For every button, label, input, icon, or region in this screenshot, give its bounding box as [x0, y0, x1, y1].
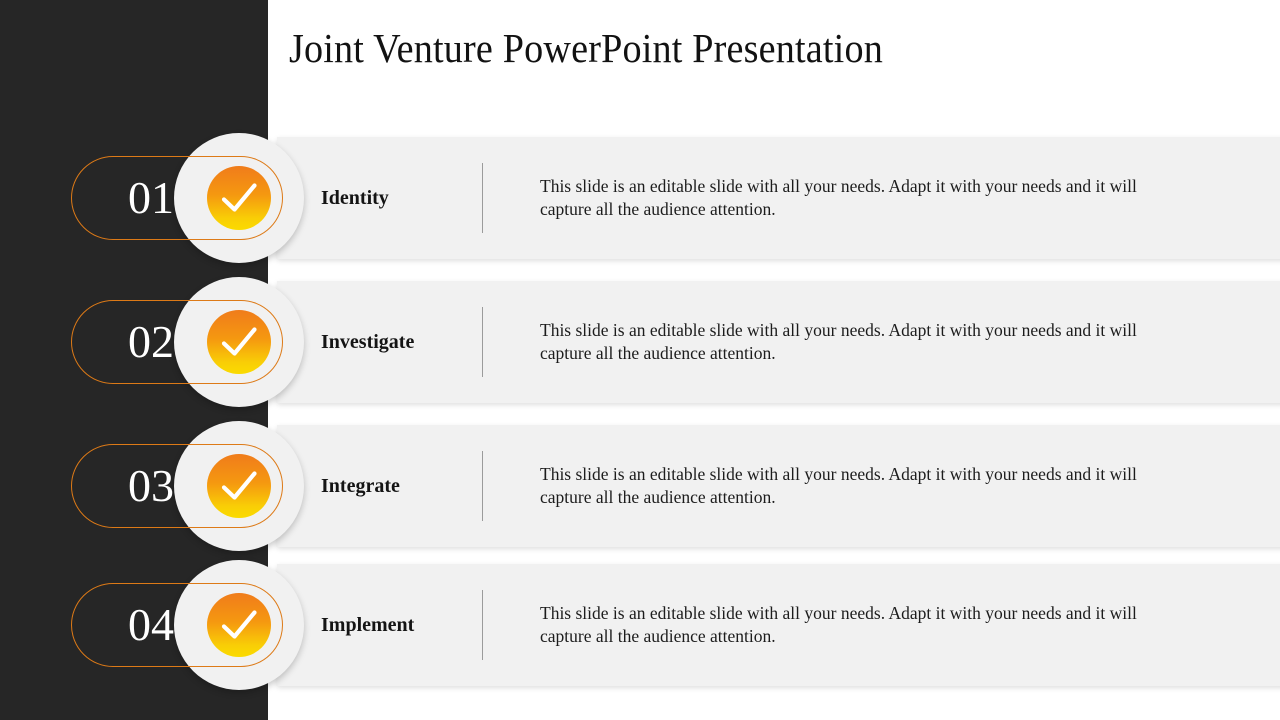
check-icon	[207, 454, 271, 518]
step-row[interactable]: 04 Implement This slide is an editable sli…	[0, 560, 1280, 690]
step-description: This slide is an editable slide with all…	[540, 320, 1137, 363]
step-divider	[482, 590, 483, 660]
step-divider	[482, 307, 483, 377]
slide-canvas: Joint Venture PowerPoint Presentation 01…	[0, 0, 1280, 720]
check-icon	[207, 593, 271, 657]
check-icon	[207, 310, 271, 374]
step-number: 04	[128, 599, 174, 650]
step-number: 03	[128, 460, 174, 511]
step-description: This slide is an editable slide with all…	[540, 176, 1137, 219]
step-row[interactable]: 03 Integrate This slide is an editable sli…	[0, 421, 1280, 551]
steps-list: 01 Identity This slide is an editable slid…	[0, 0, 1280, 720]
step-row[interactable]: 02 Investigate This slide is an editable s…	[0, 277, 1280, 407]
step-label: Investigate	[321, 330, 415, 353]
step-divider	[482, 451, 483, 521]
step-description: This slide is an editable slide with all…	[540, 603, 1137, 646]
step-number: 01	[128, 172, 174, 223]
page-title: Joint Venture PowerPoint Presentation	[289, 25, 883, 71]
check-icon	[207, 166, 271, 230]
step-row[interactable]: 01 Identity This slide is an editable slid…	[0, 133, 1280, 263]
step-number: 02	[128, 316, 174, 367]
step-label: Implement	[321, 613, 415, 636]
step-label: Integrate	[321, 474, 400, 497]
step-label: Identity	[321, 186, 389, 209]
step-description: This slide is an editable slide with all…	[540, 464, 1137, 507]
step-divider	[482, 163, 483, 233]
